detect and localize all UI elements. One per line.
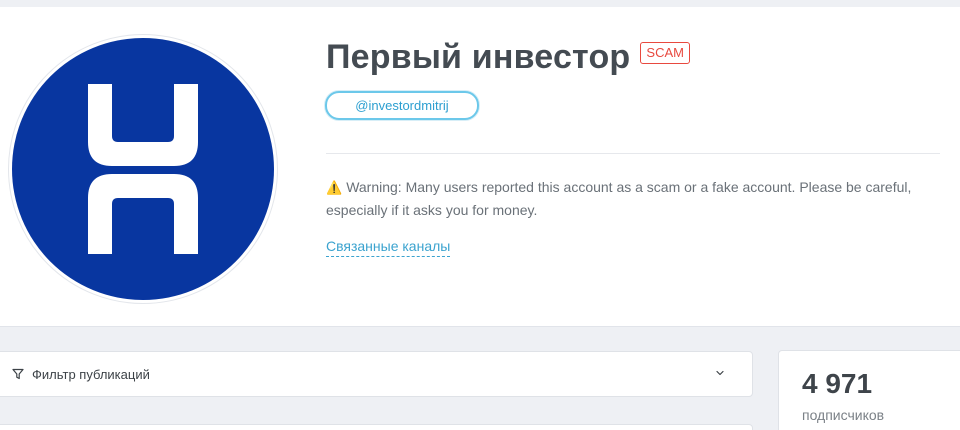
warning-text: Warning: Many users reported this accoun… [326, 179, 912, 218]
avatar-background [12, 38, 274, 300]
scam-warning: ⚠️ Warning: Many users reported this acco… [326, 176, 941, 222]
filter-label: Фильтр публикаций [32, 366, 150, 382]
scam-badge: SCAM [640, 41, 690, 64]
publications-filter-dropdown[interactable]: Фильтр публикаций [0, 351, 753, 397]
related-channels-link[interactable]: Связанные каналы [326, 238, 451, 257]
channel-avatar [8, 34, 278, 304]
channel-title: Первый инвестор [326, 38, 631, 76]
divider [326, 153, 940, 154]
subscribers-stats-card: 4 971 подписчиков [778, 350, 960, 430]
feed-card [0, 424, 753, 430]
warning-icon: ⚠️ [326, 180, 343, 195]
title-row: Первый инвестор SCAM [326, 38, 690, 77]
channel-logo-icon [88, 84, 198, 254]
channel-handle-button[interactable]: @investordmitrij [325, 91, 479, 120]
filter-icon [12, 368, 24, 380]
chevron-down-icon [716, 370, 724, 376]
channel-handle: @investordmitrij [355, 98, 449, 113]
subscribers-count: 4 971 [802, 368, 873, 399]
top-band [0, 0, 960, 7]
subscribers-label: подписчиков [802, 407, 885, 423]
